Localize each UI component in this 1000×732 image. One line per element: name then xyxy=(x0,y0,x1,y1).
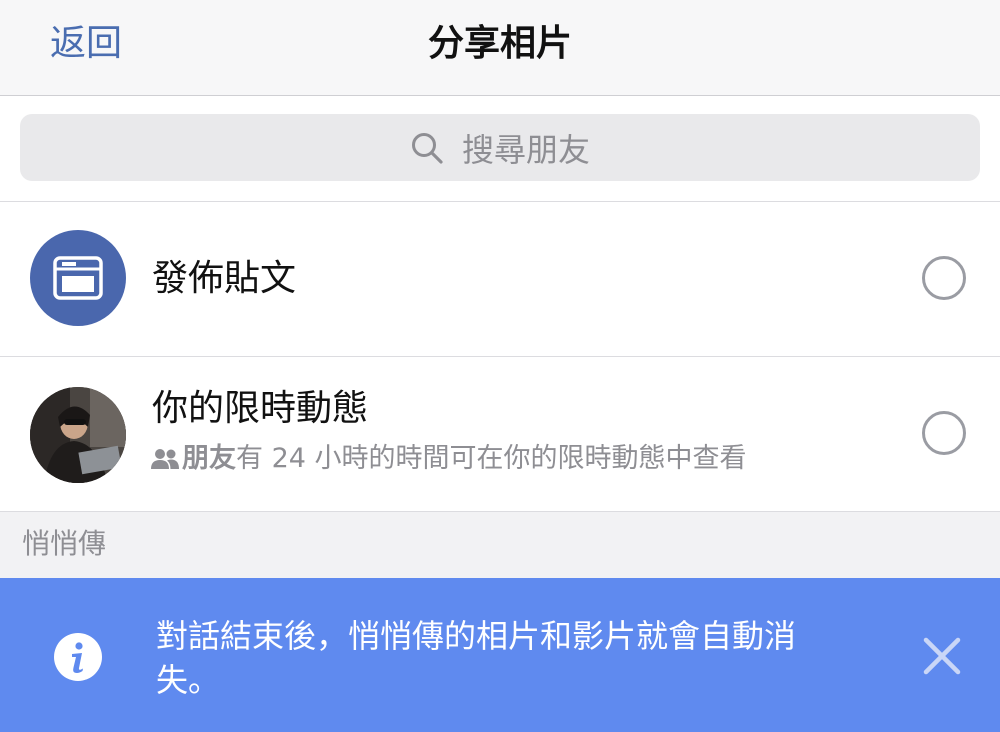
share-photo-screen: 返回 分享相片 搜尋朋友 發佈貼文 你的限時動態 朋友 有 24 小時的時間可在… xyxy=(0,0,1000,732)
close-icon[interactable] xyxy=(920,634,964,678)
option-post-title: 發佈貼文 xyxy=(152,258,297,299)
info-icon xyxy=(54,633,102,681)
section-label: 悄悄傳 xyxy=(22,527,107,560)
option-story-radio[interactable] xyxy=(922,411,966,455)
search-placeholder: 搜尋朋友 xyxy=(461,130,590,169)
info-banner-text: 對話結束後，悄悄傳的相片和影片就會自動消失。 xyxy=(156,617,797,699)
option-story[interactable]: 你的限時動態 朋友 有 24 小時的時間可在你的限時動態中查看 xyxy=(0,357,1000,512)
section-header: 悄悄傳 xyxy=(0,512,1000,578)
option-post[interactable]: 發佈貼文 xyxy=(0,202,1000,357)
audience-description: 有 24 小時的時間可在你的限時動態中查看 xyxy=(236,443,747,474)
audience-label: 朋友 xyxy=(182,443,236,474)
avatar xyxy=(30,387,126,483)
post-icon-circle xyxy=(30,230,126,326)
search-input[interactable]: 搜尋朋友 xyxy=(20,114,980,181)
friends-icon xyxy=(151,449,179,469)
search-icon xyxy=(411,132,443,164)
post-icon xyxy=(53,256,103,300)
search-section: 搜尋朋友 xyxy=(0,96,1000,202)
option-post-radio[interactable] xyxy=(922,256,966,300)
nav-header: 返回 分享相片 xyxy=(0,0,1000,96)
option-story-title: 你的限時動態 xyxy=(152,388,369,429)
page-title: 分享相片 xyxy=(427,23,572,64)
option-story-subtitle: 朋友 有 24 小時的時間可在你的限時動態中查看 xyxy=(150,441,747,477)
